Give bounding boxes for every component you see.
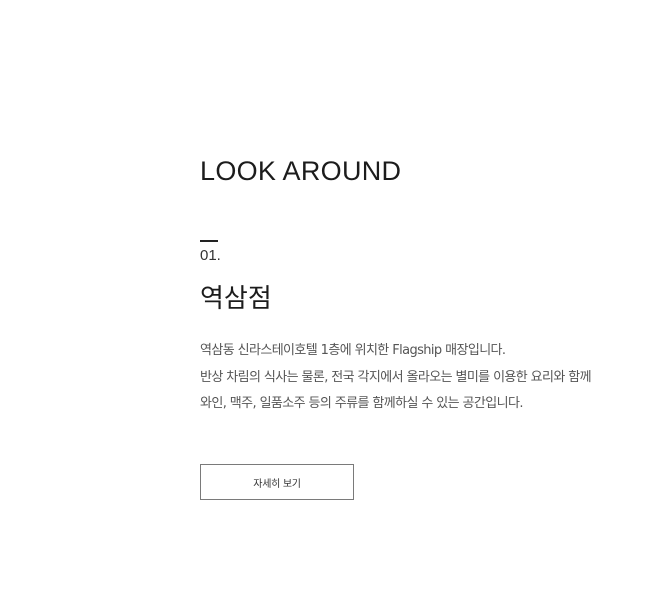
index-divider bbox=[200, 240, 218, 242]
description-line: 와인, 맥주, 일품소주 등의 주류를 함께하실 수 있는 공간입니다. bbox=[200, 396, 523, 411]
store-index-number: 01. bbox=[200, 247, 221, 264]
view-details-button[interactable]: 자세히 보기 bbox=[200, 464, 354, 500]
store-name: 역삼점 bbox=[200, 284, 272, 314]
description-line: 반상 차림의 식사는 물론, 전국 각지에서 올라오는 별미를 이용한 요리와 … bbox=[200, 369, 592, 385]
section-title: LOOK AROUND bbox=[200, 156, 402, 186]
store-description: 역삼동 신라스테이호텔 1층에 위치한 Flagship 매장입니다. 반상 차… bbox=[200, 338, 640, 418]
description-line: 역삼동 신라스테이호텔 1층에 위치한 Flagship 매장입니다. bbox=[200, 343, 506, 358]
look-around-section: LOOK AROUND 01. 역삼점 역삼동 신라스테이호텔 1층에 위치한 … bbox=[200, 0, 640, 609]
